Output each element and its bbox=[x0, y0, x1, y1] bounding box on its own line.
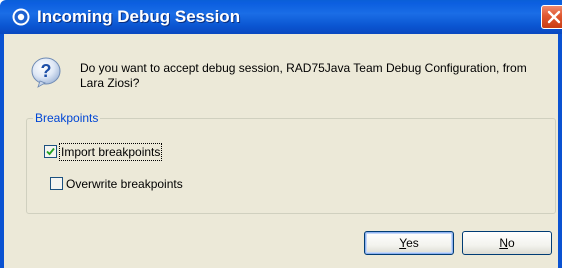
dialog-title: Incoming Debug Session bbox=[37, 7, 241, 26]
breakpoints-group-label: Breakpoints bbox=[33, 111, 101, 126]
window-frame-right bbox=[558, 34, 562, 268]
svg-text:?: ? bbox=[41, 61, 52, 81]
question-icon: ? bbox=[30, 56, 62, 88]
import-breakpoints-checkbox[interactable]: Import breakpoints bbox=[44, 143, 163, 161]
no-button-mnemonic: N bbox=[499, 236, 508, 250]
close-button[interactable] bbox=[541, 5, 562, 29]
checkbox-unchecked[interactable] bbox=[50, 177, 63, 190]
dialog-message: Do you want to accept debug session, RAD… bbox=[80, 61, 527, 90]
import-breakpoints-label[interactable]: Import breakpoints bbox=[58, 143, 163, 161]
dialog-body: ? Do you want to accept debug session, R… bbox=[4, 34, 558, 268]
breakpoints-group: Breakpoints Import breakpoints Overwrite… bbox=[26, 111, 556, 214]
no-button[interactable]: No bbox=[462, 231, 552, 255]
title-bar[interactable]: Incoming Debug Session bbox=[0, 0, 562, 34]
checkbox-checked[interactable] bbox=[44, 145, 57, 158]
incoming-debug-session-dialog: Incoming Debug Session ? Do you want to … bbox=[0, 0, 562, 268]
eclipse-icon bbox=[12, 8, 30, 26]
checkmark-icon bbox=[46, 147, 55, 156]
yes-button[interactable]: Yes bbox=[364, 231, 454, 255]
close-icon bbox=[547, 10, 561, 24]
no-button-label: o bbox=[507, 236, 515, 250]
overwrite-breakpoints-label[interactable]: Overwrite breakpoints bbox=[66, 176, 183, 192]
overwrite-breakpoints-checkbox[interactable]: Overwrite breakpoints bbox=[50, 176, 183, 192]
yes-button-label: es bbox=[406, 236, 419, 250]
